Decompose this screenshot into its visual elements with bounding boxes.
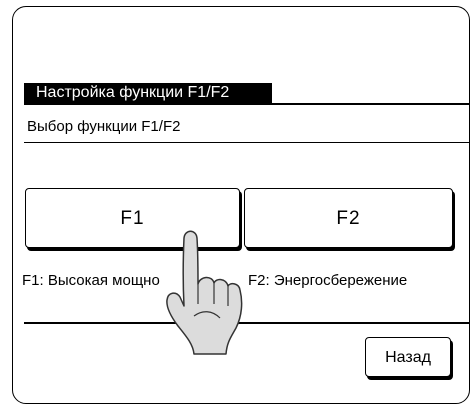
page-title: Настройка функции F1/F2: [24, 83, 272, 103]
f2-button[interactable]: F2: [244, 188, 453, 248]
pointing-hand-icon: [166, 230, 243, 355]
page-subtitle: Выбор функции F1/F2: [27, 118, 181, 135]
back-button[interactable]: Назад: [365, 337, 451, 377]
f2-description: F2: Энергосбережение: [248, 272, 408, 289]
f1-description: F1: Высокая мощно: [22, 272, 160, 289]
subtitle-divider: [24, 142, 470, 143]
header-divider: [24, 103, 470, 105]
